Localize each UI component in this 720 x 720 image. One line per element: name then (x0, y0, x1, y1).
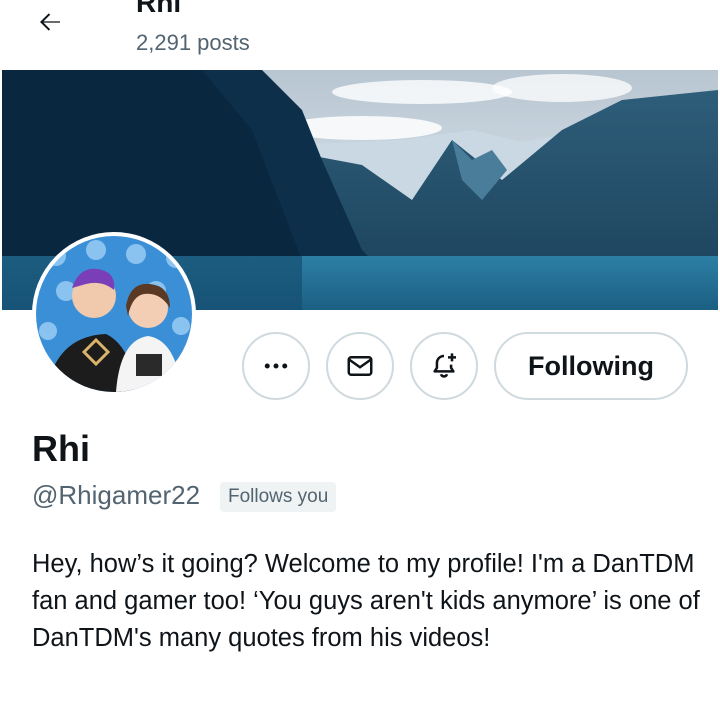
profile-handle: @Rhigamer22 (32, 480, 201, 510)
notifications-button[interactable] (410, 332, 478, 400)
bell-plus-icon (433, 353, 456, 378)
message-button[interactable] (326, 332, 394, 400)
profile-avatar[interactable] (32, 232, 196, 396)
profile-display-name: Rhi (32, 428, 90, 469)
profile-bio: Hey, how’s it going? Welcome to my profi… (32, 550, 700, 652)
profile-header: Rhi 2,291 posts (0, 0, 720, 70)
follows-you-badge: Follows you (220, 482, 337, 512)
more-dots-icon (264, 363, 288, 369)
header-name: Rhi (136, 0, 182, 18)
back-button[interactable] (28, 2, 72, 42)
posts-count: 2,291 posts (136, 30, 250, 55)
arrow-left-icon (40, 13, 60, 31)
envelope-icon (347, 356, 373, 376)
more-options-button[interactable] (242, 332, 310, 400)
following-button[interactable]: Following (494, 332, 688, 400)
